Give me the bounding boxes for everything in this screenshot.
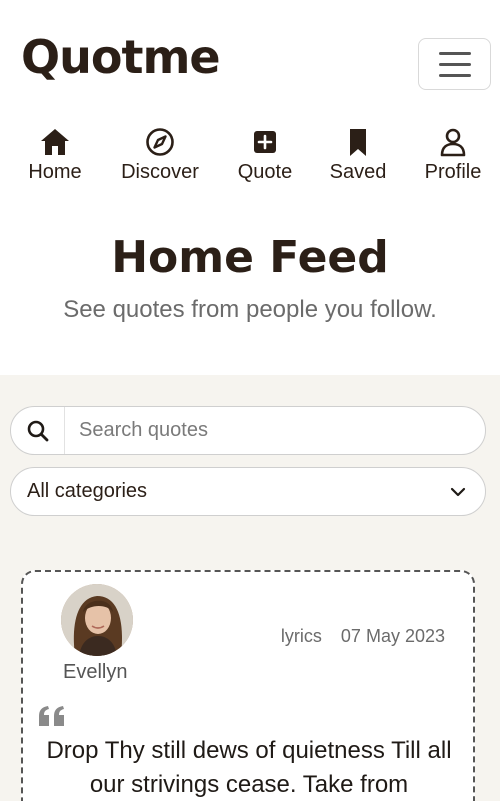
page-header: Home Feed See quotes from people you fol… — [0, 228, 500, 324]
search-button[interactable] — [11, 407, 65, 454]
category-select[interactable]: All categories — [10, 467, 486, 516]
category-select-value: All categories — [27, 480, 148, 502]
search-bar — [10, 406, 486, 455]
brand-logo[interactable]: Quotme — [21, 32, 221, 83]
quote-text: Drop Thy still dews of quietness Till al… — [46, 737, 452, 798]
nav-label-home: Home — [28, 161, 82, 183]
page-subtitle: See quotes from people you follow. — [63, 296, 437, 323]
quote-meta: lyrics 07 May 2023 — [281, 626, 445, 647]
home-icon — [41, 129, 69, 155]
plus-square-icon — [254, 131, 276, 153]
nav-label-saved: Saved — [329, 161, 387, 183]
compass-icon — [146, 128, 174, 156]
quote-category[interactable]: lyrics — [281, 626, 322, 646]
quote-author[interactable]: Evellyn — [63, 661, 127, 684]
nav-label-discover: Discover — [121, 161, 199, 183]
nav-label-quote: Quote — [237, 161, 293, 183]
app-header: Quotme — [0, 0, 500, 105]
nav-label-profile: Profile — [424, 161, 482, 183]
user-icon — [440, 128, 466, 157]
quote-date: 07 May 2023 — [340, 626, 445, 646]
nav-item-saved[interactable]: Saved — [308, 126, 408, 184]
avatar[interactable] — [61, 584, 133, 656]
nav-item-discover[interactable]: Discover — [110, 126, 210, 184]
nav-item-quote[interactable]: Quote — [215, 126, 315, 184]
search-icon — [27, 420, 48, 441]
page-title: Home Feed — [111, 232, 389, 283]
bookmark-icon — [350, 129, 366, 156]
hamburger-line — [438, 73, 471, 77]
author-photo — [61, 584, 133, 656]
nav-item-home[interactable]: Home — [5, 126, 105, 184]
hamburger-line — [438, 51, 471, 55]
hamburger-line — [438, 62, 471, 66]
quote-icon — [39, 706, 64, 726]
quote-card[interactable]: Evellyn lyrics 07 May 2023 Drop Thy stil… — [21, 570, 475, 801]
search-input[interactable] — [65, 407, 485, 454]
main-nav: Home Discover Quote Saved Profile — [0, 126, 500, 186]
chevron-down-icon — [450, 487, 466, 496]
menu-toggle-button[interactable] — [418, 38, 491, 90]
nav-item-profile[interactable]: Profile — [403, 126, 500, 184]
